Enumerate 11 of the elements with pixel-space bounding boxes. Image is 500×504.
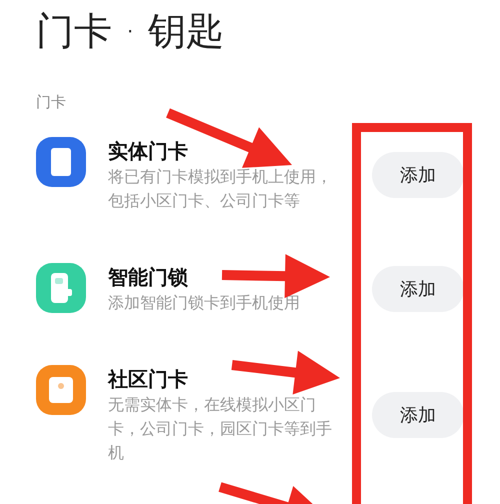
item-description: 添加智能门锁卡到手机使用 <box>108 292 301 314</box>
item-description: 无需实体卡，在线模拟小区门卡，公司门卡，园区门卡等到手机 <box>108 394 333 464</box>
section-label: 门卡 <box>36 92 67 112</box>
page-title: 门卡 · 钥匙 <box>36 8 226 54</box>
add-button[interactable]: 添加 <box>372 392 464 438</box>
item-description: 将已有门卡模拟到手机上使用，包括小区门卡、公司门卡等 <box>108 166 333 212</box>
add-button[interactable]: 添加 <box>372 266 464 312</box>
item-title: 智能门锁 <box>108 264 188 291</box>
item-title: 实体门卡 <box>108 138 188 165</box>
item-title: 社区门卡 <box>108 366 188 393</box>
add-button[interactable]: 添加 <box>372 152 464 198</box>
